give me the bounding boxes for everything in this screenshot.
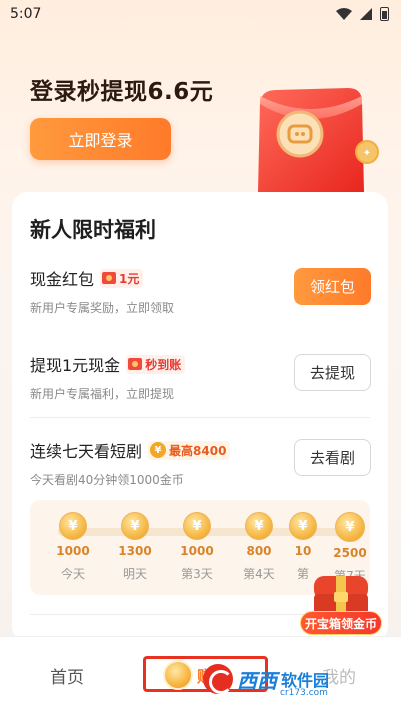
card-title: 新人限时福利: [30, 218, 156, 242]
watch-drama-button[interactable]: 去看剧: [294, 439, 371, 476]
task-name: 提现1元现金: [30, 356, 121, 375]
instant-badge: 秒到账: [126, 354, 186, 374]
withdraw-button[interactable]: 去提现: [294, 354, 371, 391]
day-item: ¥ 1000 第3天: [172, 512, 222, 582]
task-name: 现金红包: [30, 270, 95, 289]
day-item: ¥ 800 第4天: [234, 512, 284, 582]
wifi-icon: [336, 8, 352, 20]
day-item: ¥ 1300 明天: [110, 512, 160, 582]
svg-text:✦: ✦: [363, 148, 371, 159]
gold-coin-icon: ¥: [121, 512, 149, 540]
claim-red-packet-button[interactable]: 领红包: [294, 268, 371, 305]
red-envelope-illustration: ✦: [258, 88, 379, 192]
day-item: ¥ 1000 今天: [48, 512, 98, 582]
red-envelope-icon: [128, 358, 143, 370]
coin-stack-icon: ¥: [335, 512, 365, 542]
gold-coin-icon: ¥: [245, 512, 273, 540]
task-name: 连续七天看短剧: [30, 442, 143, 461]
status-time: 5:07: [10, 6, 42, 22]
divider: [30, 417, 370, 418]
gold-coin-icon: ¥: [183, 512, 211, 540]
status-bar: 5:07: [0, 0, 401, 28]
red-envelope-icon: [102, 272, 117, 284]
watermark-url: cr173.com: [280, 688, 328, 698]
battery-icon: [380, 7, 389, 21]
login-button[interactable]: 立即登录: [30, 118, 171, 160]
max-reward-badge: ¥ 最高8400: [148, 440, 231, 460]
signal-icon: [360, 8, 372, 20]
gold-coin-icon: ¥: [289, 512, 317, 540]
status-icons: [336, 7, 389, 21]
yuan-coin-icon: ¥: [150, 442, 167, 458]
gold-coin-icon: ¥: [59, 512, 87, 540]
bottom-tab-bar: 首页 赚 我的: [0, 636, 401, 713]
coin-icon: [163, 660, 193, 690]
open-chest-button[interactable]: 开宝箱领金币: [300, 611, 382, 635]
hero-title: 登录秒提现6.6元: [30, 79, 214, 105]
tab-home[interactable]: 首页: [50, 663, 84, 688]
reward-badge: 1元: [100, 268, 144, 288]
watermark-logo-icon: [203, 664, 233, 694]
